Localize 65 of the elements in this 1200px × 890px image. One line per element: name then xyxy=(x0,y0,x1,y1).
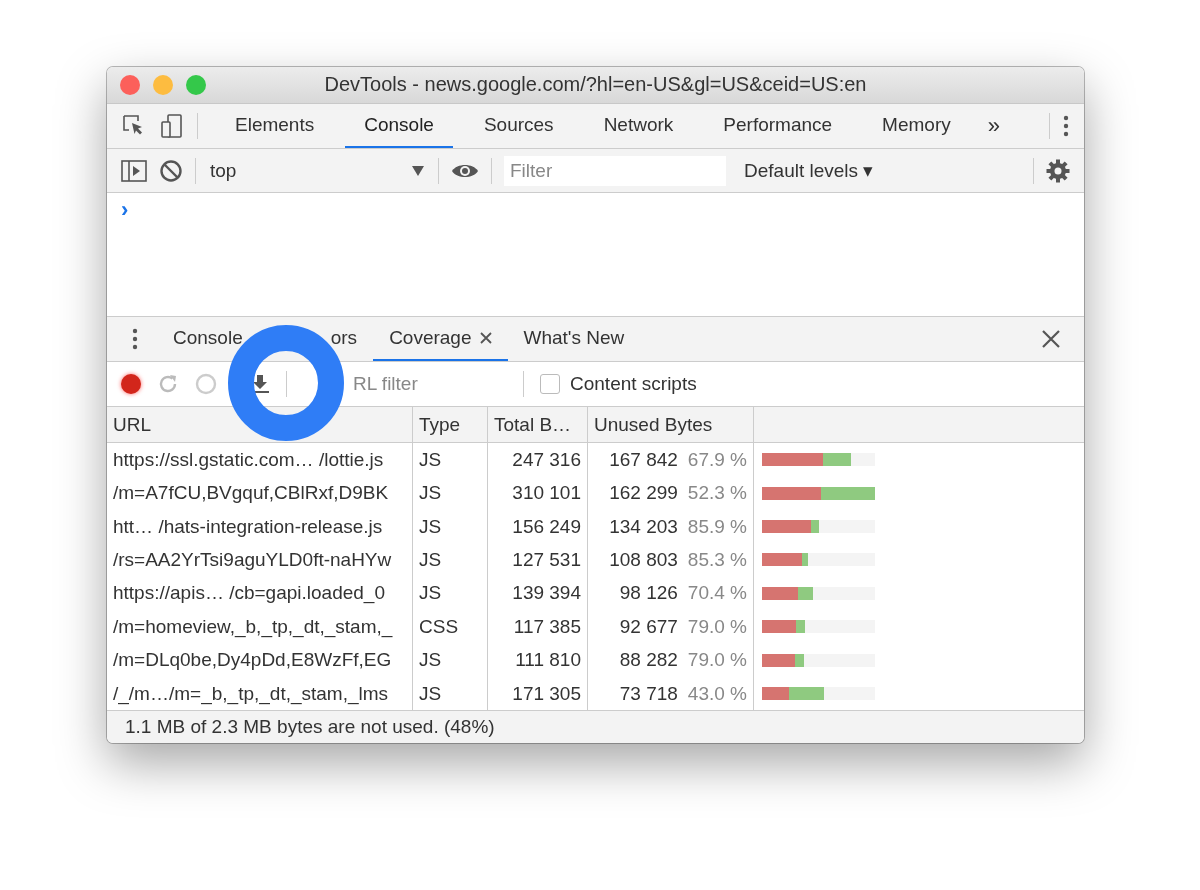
drawer-tab[interactable]: Console xyxy=(157,317,259,362)
table-cell: 85.3 % xyxy=(687,548,747,571)
table-cell: JS xyxy=(413,643,488,677)
table-cell: 117 385 xyxy=(488,610,588,644)
table-cell: 70.4 % xyxy=(687,582,747,605)
context-select[interactable]: top xyxy=(208,159,426,182)
drawer-tab[interactable]: What's New xyxy=(507,317,641,362)
column-header[interactable]: Unused Bytes xyxy=(588,407,754,443)
table-cell: 247 316 xyxy=(488,443,588,477)
panel-tab[interactable]: Console xyxy=(345,103,453,148)
table-cell: 134 203 xyxy=(609,515,678,538)
device-icon[interactable] xyxy=(159,112,185,139)
panel-tab[interactable]: Sources xyxy=(464,103,573,148)
table-cell: https://apis… /cb=gapi.loaded_0 xyxy=(107,576,413,611)
checkbox-label: Content scripts xyxy=(570,373,697,396)
column-header[interactable]: URL xyxy=(107,407,413,443)
table-cell: 43.0 % xyxy=(687,682,747,705)
panel-tab[interactable]: Elements xyxy=(216,103,334,148)
window-title: DevTools - news.google.com/?hl=en-US&gl=US&ceid=US:en xyxy=(323,73,868,97)
table-cell: 73 718 xyxy=(619,682,678,705)
table-cell: CSS xyxy=(413,610,488,644)
more-tabs-button[interactable]: » xyxy=(981,112,1006,139)
table-cell: 310 101 xyxy=(488,476,588,510)
table-cell: JS xyxy=(413,543,488,577)
table-cell: /rs=AA2YrTsi9aguYLD0ft-naHYw xyxy=(107,543,413,577)
close-icon[interactable] xyxy=(1042,330,1060,349)
status-text: 1.1 MB of 2.3 MB bytes are not used. (48%) xyxy=(125,716,495,739)
panel-tab[interactable]: Memory xyxy=(863,103,970,148)
filter-field[interactable]: Filter xyxy=(504,155,726,186)
sidebar-toggle-icon[interactable] xyxy=(121,159,147,182)
table-cell: /m=DLq0be,Dy4pDd,E8WzFf,EG xyxy=(107,643,413,677)
panel-tab[interactable]: Network xyxy=(584,103,693,148)
table-cell: 98 126 xyxy=(619,582,678,605)
table-cell: JS xyxy=(413,576,488,611)
table-cell: 167 842 xyxy=(609,448,678,471)
table-cell: 67.9 % xyxy=(687,448,747,471)
table-cell: 156 249 xyxy=(488,509,588,544)
table-cell: 79.0 % xyxy=(687,649,747,672)
table-cell: JS xyxy=(413,509,488,544)
levels-dropdown[interactable]: Default levels ▾ xyxy=(738,159,880,182)
table-cell: JS xyxy=(413,476,488,510)
table-cell: 79.0 % xyxy=(687,615,747,638)
table-cell: /m=homeview,_b,_tp,_dt,_stam,_ xyxy=(107,610,413,644)
table-cell: https://ssl.gstatic.com… /lottie.js xyxy=(107,443,413,477)
close-tab-icon[interactable] xyxy=(479,332,492,345)
table-cell: 88 282 xyxy=(619,649,678,672)
table-cell: 85.9 % xyxy=(687,515,747,538)
table-cell: 139 394 xyxy=(488,576,588,611)
table-cell: 127 531 xyxy=(488,543,588,577)
record-button[interactable] xyxy=(121,374,141,395)
column-header[interactable]: Total B… xyxy=(488,407,588,443)
table-cell: /m=A7fCU,BVgquf,CBlRxf,D9BK xyxy=(107,476,413,510)
table-cell: 108 803 xyxy=(609,548,678,571)
panel-tab[interactable]: Performance xyxy=(704,103,852,148)
drawer-tab[interactable]: ors xyxy=(314,317,374,362)
console-prompt[interactable]: › xyxy=(121,201,129,220)
table-cell: 92 677 xyxy=(619,615,678,638)
checkbox[interactable] xyxy=(540,374,560,395)
column-header[interactable]: Type xyxy=(413,407,488,443)
table-cell: 162 299 xyxy=(609,482,678,505)
table-cell: JS xyxy=(413,443,488,477)
caret-icon[interactable] xyxy=(412,165,424,176)
table-cell: 52.3 % xyxy=(687,482,747,505)
table-cell: htt… /hats-integration-release.js xyxy=(107,509,413,544)
table-cell: 111 810 xyxy=(488,643,588,677)
